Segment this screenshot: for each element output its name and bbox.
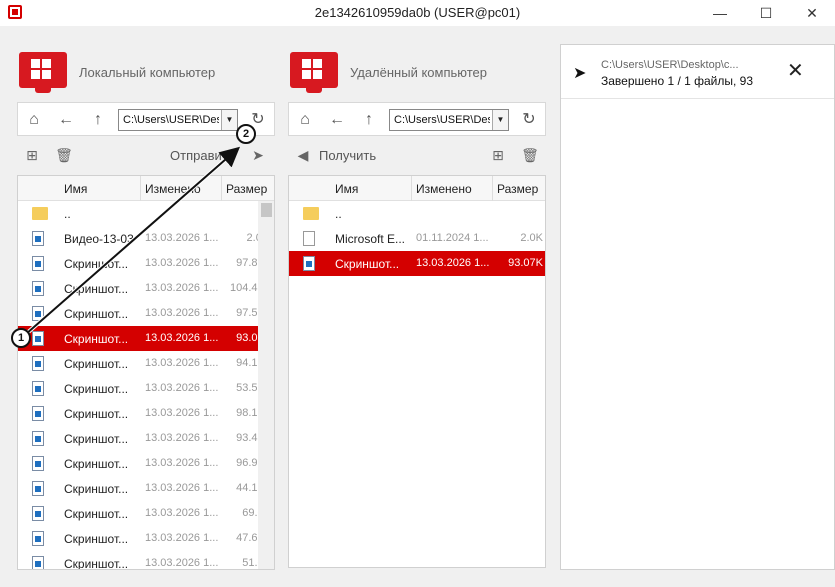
marker-2: 2	[236, 124, 256, 144]
marker-1: 1	[11, 328, 31, 348]
drag-arrow	[25, 146, 241, 335]
drag-arrow-overlay	[24, 146, 241, 336]
